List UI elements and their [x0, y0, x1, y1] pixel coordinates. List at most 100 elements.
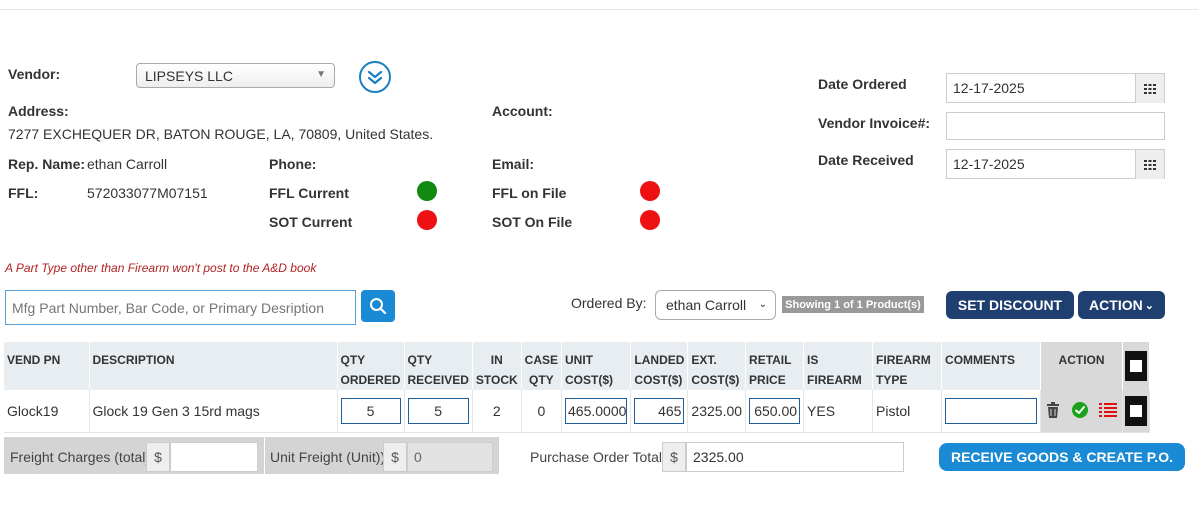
ffl-on-file-status-dot [640, 181, 660, 201]
header-is-firearm: IS FIREARM [803, 342, 874, 390]
cell-qty-received: 5 [404, 390, 473, 433]
address-value: 7277 EXCHEQUER DR, BATON ROUGE, LA, 7080… [8, 126, 434, 142]
cell-in-stock: 2 [472, 390, 522, 433]
cell-description: Glock 19 Gen 3 15rd mags [89, 390, 338, 433]
header-action: ACTION [1040, 342, 1124, 390]
cell-is-firearm: YES [803, 390, 874, 433]
cell-unit-cost: 465.0000 [561, 390, 632, 433]
chevron-down-icon: ▼ [316, 69, 326, 80]
freight-charges-label: Freight Charges (total) [10, 449, 151, 465]
set-discount-button[interactable]: SET DISCOUNT [946, 291, 1074, 319]
header-landed-cost: LANDED COST($) [630, 342, 689, 390]
chevron-down-icon: ⌄ [1144, 299, 1154, 312]
landed-cost-input[interactable]: 465 [634, 398, 685, 424]
phone-label: Phone: [269, 156, 317, 172]
cell-vend-pn: Glock19 [4, 390, 90, 433]
ffl-current-status-dot [417, 181, 437, 201]
vendor-selected: LIPSEYS LLC [145, 68, 233, 84]
header-ext-cost: EXT. COST($) [687, 342, 747, 390]
sot-current-status-dot [417, 210, 437, 230]
vendor-invoice-label: Vendor Invoice#: [818, 115, 931, 131]
calendar-icon[interactable] [1135, 150, 1164, 179]
freight-charges-input[interactable] [170, 442, 258, 472]
table-row: Glock19 Glock 19 Gen 3 15rd mags 5 5 2 0… [4, 390, 1151, 433]
sot-on-file-label: SOT On File [492, 214, 573, 230]
header-vend-pn: VEND PN [4, 342, 90, 390]
address-label: Address: [8, 103, 69, 119]
unit-freight-value: 0 [414, 449, 422, 465]
header-firearm-type: FIREARM TYPE [872, 342, 943, 390]
currency-addon: $ [146, 442, 170, 472]
comments-input[interactable] [945, 398, 1038, 424]
expand-details-icon[interactable] [359, 61, 391, 93]
date-ordered-input[interactable]: 12-17-2025 [946, 73, 1165, 103]
po-total-value: 2325.00 [693, 449, 744, 465]
vendor-invoice-input[interactable] [946, 112, 1165, 140]
header-description: DESCRIPTION [89, 342, 338, 390]
cell-actions [1040, 390, 1124, 433]
showing-count-badge: Showing 1 of 1 Product(s) [782, 296, 924, 313]
action-button-label: ACTION [1089, 297, 1143, 313]
search-input[interactable] [5, 290, 356, 325]
ordered-by-label: Ordered By: [571, 295, 647, 311]
chevron-down-icon: ⌄ [758, 299, 767, 310]
freight-divider [264, 437, 265, 474]
header-comments: COMMENTS [941, 342, 1042, 390]
email-label: Email: [492, 156, 535, 172]
retail-price-input[interactable]: 650.00 [749, 398, 801, 424]
currency-addon: $ [662, 442, 686, 472]
cell-comments [941, 390, 1042, 433]
cell-qty-ordered: 5 [337, 390, 405, 433]
list-icon[interactable] [1099, 402, 1118, 421]
cell-case-qty: 0 [521, 390, 563, 433]
unit-freight-input[interactable]: 0 [407, 442, 493, 472]
receive-goods-button[interactable]: RECEIVE GOODS & CREATE P.O. [939, 443, 1185, 471]
header-select-all [1122, 342, 1151, 390]
ordered-by-select[interactable]: ethan Carroll ⌄ [655, 290, 776, 320]
qty-ordered-input[interactable]: 5 [340, 398, 401, 424]
date-received-input[interactable]: 12-17-2025 [946, 149, 1165, 179]
date-ordered-label: Date Ordered [818, 76, 907, 92]
vendor-select[interactable]: LIPSEYS LLC ▼ [136, 63, 335, 88]
header-retail-price: RETAIL PRICE [745, 342, 805, 390]
part-type-warning: A Part Type other than Firearm won't pos… [5, 261, 317, 275]
cell-ext-cost: 2325.00 [687, 390, 747, 433]
date-received-value: 12-17-2025 [953, 156, 1025, 172]
rep-name-label: Rep. Name: [8, 156, 86, 172]
ffl-label: FFL: [8, 185, 39, 201]
vendor-label: Vendor: [8, 66, 61, 82]
products-table: VEND PN DESCRIPTION QTY ORDERED QTY RECEIV… [4, 342, 1151, 433]
action-dropdown-button[interactable]: ACTION ⌄ [1078, 291, 1165, 319]
header-qty-ordered: QTY ORDERED [337, 342, 405, 390]
calendar-icon[interactable] [1135, 74, 1164, 103]
cell-landed-cost: 465 [630, 390, 689, 433]
row-select-checkbox[interactable] [1125, 396, 1148, 426]
ffl-on-file-label: FFL on File [492, 185, 567, 201]
qty-received-input[interactable]: 5 [407, 398, 469, 424]
top-divider [0, 9, 1198, 10]
po-total-label: Purchase Order Total [530, 449, 663, 465]
header-case-qty: CASE QTY [521, 342, 563, 390]
account-label: Account: [492, 103, 553, 119]
sot-on-file-status-dot [640, 210, 660, 230]
date-ordered-value: 12-17-2025 [953, 80, 1025, 96]
sot-current-label: SOT Current [269, 214, 353, 230]
cell-firearm-type: Pistol [872, 390, 943, 433]
ffl-current-label: FFL Current [269, 185, 349, 201]
unit-cost-input[interactable]: 465.0000 [565, 398, 628, 424]
search-button[interactable] [361, 290, 395, 322]
trash-icon[interactable] [1046, 401, 1060, 421]
currency-addon: $ [383, 442, 407, 472]
check-circle-icon[interactable] [1071, 401, 1088, 421]
select-all-checkbox[interactable] [1125, 351, 1148, 381]
header-qty-received: QTY RECEIVED [404, 342, 473, 390]
ffl-value: 572033077M07151 [87, 185, 208, 201]
table-header-row: VEND PN DESCRIPTION QTY ORDERED QTY RECEIV… [4, 342, 1151, 390]
cell-retail-price: 650.00 [745, 390, 805, 433]
cell-select [1122, 390, 1151, 433]
header-in-stock: IN STOCK [472, 342, 522, 390]
date-received-label: Date Received [818, 152, 914, 168]
header-unit-cost: UNIT COST($) [561, 342, 632, 390]
po-total-input[interactable]: 2325.00 [686, 442, 904, 472]
search-icon [370, 298, 387, 315]
